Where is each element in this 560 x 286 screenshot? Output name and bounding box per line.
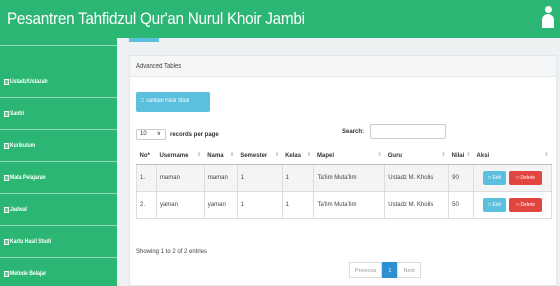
- col-header-semester[interactable]: Semester ⇕: [237, 148, 283, 165]
- col-header-kelas[interactable]: Kelas ⇕: [282, 148, 314, 165]
- cell-username: yaman: [155, 190, 205, 219]
- main-content: Advanced Tables □ Tambah Hasil Studi 10 …: [117, 38, 560, 286]
- table-icon: [4, 142, 10, 149]
- table-icon: [4, 110, 10, 117]
- sidebar-item-jadwal[interactable]: Jadwal: [0, 194, 117, 226]
- sidebar-item-ustadz[interactable]: Ustadz/Ustazah: [0, 66, 117, 98]
- sort-icon: ⇕: [441, 152, 446, 158]
- col-header-aksi[interactable]: Aksi ⇕: [473, 148, 552, 165]
- cell-username: maman: [155, 163, 205, 192]
- table-icon: [4, 78, 10, 85]
- sidebar-item-label: Kartu Hasil Studi: [9, 238, 52, 245]
- data-table: No* Username ⇕ Nama ⇕ Semester ⇕ Kelas ⇕ Map…: [136, 148, 552, 219]
- user-icon[interactable]: [542, 6, 554, 28]
- records-per-page-label: records per page: [170, 131, 219, 138]
- sidebar-item-kartu-hasil-studi[interactable]: Kartu Hasil Studi: [0, 226, 117, 258]
- sidebar-item-label: Santri: [9, 110, 25, 117]
- sort-icon: ⇕: [230, 152, 235, 158]
- cell-guru: Ustadz M. Kholis: [384, 163, 450, 192]
- cell-aksi: □ Edit □ Delete: [473, 190, 552, 219]
- pagination-next[interactable]: Next: [397, 262, 421, 278]
- edit-button[interactable]: □ Edit: [483, 170, 507, 185]
- chevron-down-icon: ∨: [156, 131, 161, 137]
- add-hasil-studi-button[interactable]: □ Tambah Hasil Studi: [136, 92, 210, 112]
- col-header-nama[interactable]: Nama ⇕: [204, 148, 238, 165]
- panel-title: Advanced Tables: [136, 63, 182, 70]
- sort-icon: ⇕: [377, 152, 382, 158]
- search-label: Search:: [342, 129, 365, 135]
- sidebar-item-mata-pelajaran[interactable]: Mata Pelajaran: [0, 162, 117, 194]
- sidebar-item-label: Metode Belajar: [9, 271, 47, 277]
- table-icon: [4, 271, 10, 277]
- cell-nilai: 50: [448, 190, 475, 219]
- table-icon: [4, 206, 10, 213]
- cell-nilai: 90: [448, 163, 475, 192]
- table-row: 2. yaman yaman 1 1 Ta'lim Muta'lim Ustad…: [136, 190, 552, 219]
- col-header-username[interactable]: Username ⇕: [156, 148, 205, 165]
- records-per-page-select[interactable]: 10 ∨: [136, 129, 166, 140]
- sidebar-item-label: Mata Pelajaran: [9, 174, 46, 181]
- cell-mapel: Ta'lim Muta'lim: [313, 163, 386, 192]
- cell-semester: 1: [236, 163, 283, 192]
- delete-button[interactable]: □ Delete: [509, 170, 543, 185]
- pagination-previous[interactable]: Previous: [349, 262, 383, 278]
- sort-icon: ⇕: [306, 152, 311, 158]
- tab-accent: [129, 38, 159, 42]
- length-control: 10 ∨ records per page: [136, 129, 219, 140]
- app-title: Pesantren Tahfidzul Qur'an Nurul Khoir J…: [7, 9, 305, 28]
- edit-button[interactable]: □ Edit: [483, 197, 507, 212]
- sidebar-item-label: Ustadz/Ustazah: [9, 78, 48, 85]
- sidebar-item-santri[interactable]: Santri: [0, 98, 117, 130]
- cell-mapel: Ta'lim Muta'lim: [313, 190, 386, 219]
- sidebar-item-partial[interactable]: [0, 38, 117, 46]
- add-button-label: □ Tambah Hasil Studi: [141, 98, 190, 104]
- sidebar-item-label: Kurikulum: [9, 142, 36, 149]
- sort-icon: ⇕: [544, 152, 549, 158]
- col-header-nilai[interactable]: Nilai ⇕: [448, 148, 474, 165]
- sort-icon: ⇕: [197, 152, 202, 158]
- panel-heading: Advanced Tables: [130, 56, 556, 77]
- col-header-mapel[interactable]: Mapel ⇕: [313, 148, 385, 165]
- cell-aksi: □ Edit □ Delete: [473, 163, 552, 192]
- col-header-no[interactable]: No*: [136, 148, 157, 165]
- cell-semester: 1: [236, 190, 283, 219]
- cell-no: 1.: [136, 163, 157, 192]
- cell-guru: Ustadz M. Kholis: [384, 190, 450, 219]
- sidebar-item-metode-belajar[interactable]: Metode Belajar: [0, 258, 117, 286]
- cell-kelas: 1: [281, 163, 315, 192]
- search-input[interactable]: [370, 124, 446, 139]
- cell-nama: maman: [203, 163, 238, 192]
- sidebar: Ustadz/Ustazah Santri Kurikulum Mata Pel…: [0, 38, 117, 286]
- records-per-page-value: 10: [140, 131, 147, 137]
- sidebar-item-kurikulum[interactable]: Kurikulum: [0, 130, 117, 162]
- sidebar-item-label: Jadwal: [9, 206, 27, 213]
- cell-nama: yaman: [203, 190, 238, 219]
- delete-button[interactable]: □ Delete: [509, 197, 543, 212]
- table-icon: [4, 238, 10, 245]
- sort-icon: ⇕: [466, 152, 471, 158]
- cell-kelas: 1: [281, 190, 315, 219]
- table-header-row: No* Username ⇕ Nama ⇕ Semester ⇕ Kelas ⇕ Map…: [136, 148, 552, 165]
- table-icon: [4, 174, 10, 181]
- table-info: Showing 1 to 2 of 2 entries: [136, 249, 208, 255]
- top-header: Pesantren Tahfidzul Qur'an Nurul Khoir J…: [0, 0, 560, 38]
- pagination-page-1[interactable]: 1: [382, 262, 398, 278]
- data-panel: Advanced Tables □ Tambah Hasil Studi 10 …: [129, 55, 557, 286]
- pagination: Previous 1 Next: [349, 262, 421, 278]
- table-row: 1. maman maman 1 1 Ta'lim Muta'lim Ustad…: [136, 163, 552, 192]
- col-header-guru[interactable]: Guru ⇕: [384, 148, 449, 165]
- sort-icon: ⇕: [274, 152, 280, 158]
- cell-no: 2.: [136, 190, 157, 219]
